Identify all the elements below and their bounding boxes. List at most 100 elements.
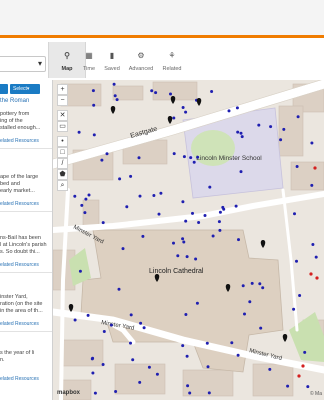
map-marker[interactable]	[90, 357, 94, 361]
map-marker[interactable]	[131, 358, 135, 362]
map-marker[interactable]	[227, 109, 231, 113]
map-marker[interactable]	[207, 391, 211, 395]
zoom-out-button[interactable]: −	[57, 95, 68, 106]
map-marker[interactable]	[237, 238, 240, 242]
map-marker[interactable]	[86, 313, 90, 317]
map-marker[interactable]	[121, 247, 125, 251]
map-marker[interactable]	[169, 92, 172, 96]
draw-polygon-icon[interactable]: ⬟	[57, 169, 68, 180]
map-marker[interactable]	[279, 138, 283, 142]
related-resources-link[interactable]: elated Resources	[0, 201, 52, 208]
map-marker[interactable]	[185, 255, 189, 259]
map-marker[interactable]	[182, 155, 186, 159]
draw-line-icon[interactable]: /	[57, 158, 68, 169]
map-marker[interactable]	[150, 89, 154, 93]
map-marker[interactable]	[159, 191, 163, 195]
map-marker[interactable]	[181, 237, 185, 241]
map-marker[interactable]	[92, 103, 96, 107]
map-marker[interactable]	[105, 152, 109, 156]
related-resources-link[interactable]: elated Resources	[0, 376, 52, 383]
map-marker[interactable]	[137, 156, 141, 160]
map-view[interactable]: Eastgate Lincoln Minster School Lincoln …	[53, 80, 324, 400]
map-marker[interactable]	[298, 294, 302, 297]
map-marker-red[interactable]	[313, 166, 317, 170]
map-marker[interactable]	[206, 365, 210, 369]
map-marker[interactable]	[239, 170, 243, 174]
map-marker[interactable]	[208, 185, 212, 189]
map-marker[interactable]	[310, 183, 314, 187]
map-marker[interactable]	[269, 125, 273, 129]
map-marker[interactable]	[196, 155, 200, 159]
map-marker[interactable]	[147, 365, 151, 369]
map-marker[interactable]	[203, 214, 207, 217]
map-marker[interactable]	[185, 354, 189, 358]
result-card-5[interactable]: s the year of li n. elated Resources	[0, 350, 52, 383]
map-marker[interactable]	[218, 210, 222, 214]
map-marker[interactable]	[129, 313, 133, 317]
map-marker[interactable]	[129, 341, 132, 345]
sidebar-action-button[interactable]	[0, 84, 8, 94]
result-card-1[interactable]: the Roman pottery from ing of the stalle…	[0, 98, 52, 149]
map-marker[interactable]	[112, 82, 116, 86]
map-marker[interactable]	[218, 228, 222, 232]
map-marker[interactable]	[230, 341, 234, 345]
result-title[interactable]: the Roman	[0, 98, 52, 105]
map-marker[interactable]	[261, 286, 265, 290]
map-marker[interactable]	[240, 135, 244, 139]
map-marker[interactable]	[306, 385, 310, 389]
map-marker[interactable]	[129, 174, 133, 178]
fullscreen-icon[interactable]: ✕	[57, 110, 68, 121]
map-marker[interactable]	[243, 312, 246, 316]
map-marker[interactable]	[176, 254, 180, 258]
map-marker[interactable]	[205, 341, 209, 345]
map-marker[interactable]	[241, 284, 245, 288]
related-resources-link[interactable]: elated Resources	[0, 321, 52, 328]
map-marker-red[interactable]	[301, 364, 305, 368]
related-resources-link[interactable]: elated Resources	[0, 138, 52, 145]
map-marker[interactable]	[197, 221, 201, 224]
result-card-2[interactable]: ape of the large bed and early market...…	[0, 174, 52, 212]
map-marker[interactable]	[250, 281, 254, 285]
map-marker[interactable]	[93, 391, 97, 395]
map-marker[interactable]	[210, 90, 214, 93]
map-marker[interactable]	[195, 301, 199, 305]
map-canvas[interactable]: Eastgate Lincoln Minster School Lincoln …	[53, 80, 324, 400]
map-marker[interactable]	[172, 152, 176, 156]
map-marker[interactable]	[236, 353, 240, 357]
map-marker[interactable]	[91, 371, 95, 375]
result-card-4[interactable]: inster Yard, ration (on the site in the …	[0, 294, 52, 332]
draw-point-icon[interactable]: •	[57, 136, 68, 147]
map-marker[interactable]	[235, 106, 239, 110]
map-marker[interactable]	[138, 194, 142, 198]
map-marker[interactable]	[303, 350, 307, 354]
map-marker-red[interactable]	[297, 374, 301, 378]
map-marker[interactable]	[282, 127, 286, 131]
map-marker[interactable]	[296, 115, 300, 119]
map-marker[interactable]	[286, 384, 290, 388]
map-marker[interactable]	[77, 130, 81, 134]
map-marker-red[interactable]	[315, 276, 319, 280]
map-marker[interactable]	[295, 165, 299, 168]
map-marker[interactable]	[83, 211, 87, 215]
search-icon[interactable]: ⌕	[57, 180, 68, 191]
select-button[interactable]: Select▾	[10, 84, 40, 94]
map-marker-red[interactable]	[309, 272, 313, 276]
map-marker[interactable]	[184, 110, 188, 114]
map-marker[interactable]	[84, 197, 88, 201]
draw-rectangle-icon[interactable]: □	[57, 147, 68, 158]
map-marker[interactable]	[184, 219, 188, 223]
map-marker[interactable]	[101, 363, 105, 366]
map-marker[interactable]	[102, 330, 106, 333]
map-marker[interactable]	[181, 106, 185, 109]
map-marker[interactable]	[311, 243, 315, 246]
map-marker[interactable]	[172, 241, 175, 245]
map-marker[interactable]	[314, 255, 318, 259]
map-marker[interactable]	[109, 323, 113, 327]
map-marker[interactable]	[117, 287, 121, 291]
map-marker[interactable]	[73, 318, 77, 322]
map-marker[interactable]	[234, 204, 238, 208]
map-marker[interactable]	[217, 220, 221, 224]
map-marker[interactable]	[221, 205, 225, 209]
map-marker[interactable]	[184, 313, 188, 316]
map-marker[interactable]	[138, 380, 142, 384]
